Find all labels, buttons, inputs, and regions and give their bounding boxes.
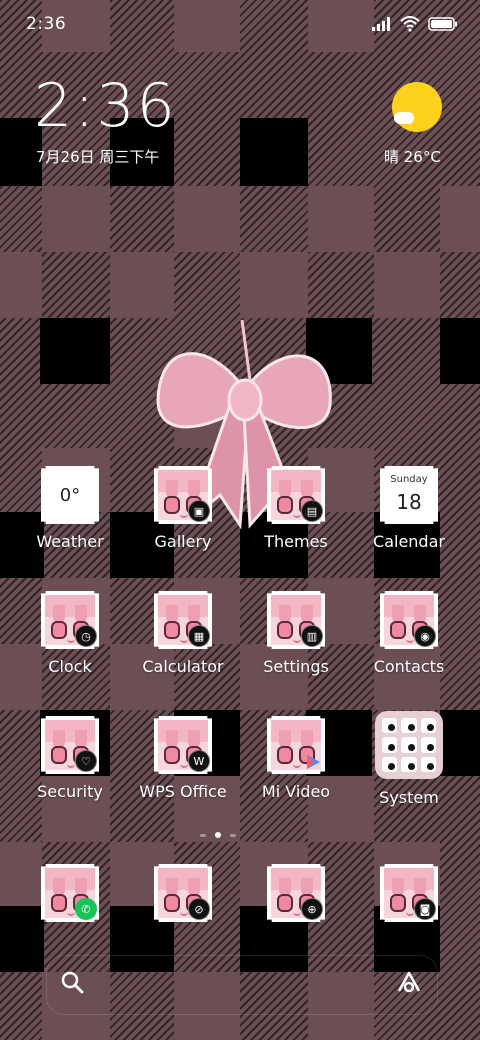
wallpaper-plain-block — [374, 252, 440, 318]
play-icon — [303, 752, 323, 772]
compass-icon: ⊘ — [188, 898, 210, 920]
themes-app-icon: ▤ — [267, 466, 325, 524]
wallpaper-plain-block — [240, 252, 308, 318]
image-icon: ▣ — [188, 500, 210, 522]
wps-w-icon: W — [188, 750, 210, 772]
app-calculator[interactable]: ▦ Calculator — [128, 591, 238, 676]
dock-phone[interactable]: ✆ — [15, 864, 125, 922]
app-label: Mi Video — [261, 782, 331, 801]
page-dot — [200, 833, 206, 837]
dock-browser[interactable]: ⊘ — [128, 864, 238, 922]
app-security[interactable]: ♡ Security — [15, 716, 125, 801]
phone-app-icon: ✆ — [41, 864, 99, 922]
dock-background — [46, 955, 438, 1015]
wifi-icon — [400, 16, 420, 32]
gallery-app-icon: ▣ — [154, 466, 212, 524]
weather-tile-temp: 0° — [59, 484, 81, 506]
calculator-icon: ▦ — [188, 625, 210, 647]
status-icons — [372, 16, 458, 32]
calculator-app-icon: ▦ — [154, 591, 212, 649]
app-label: Settings — [263, 657, 329, 676]
sunny-cloud-icon — [392, 82, 442, 132]
app-label: Contacts — [373, 657, 445, 676]
calendar-app-icon: Sunday 18 — [380, 466, 438, 524]
clock-widget-date: 7月26日 周三下午 — [36, 148, 160, 166]
app-label: Calendar — [373, 532, 445, 551]
app-clock[interactable]: ◷ Clock — [15, 591, 125, 676]
wps-office-app-icon: W — [154, 716, 212, 774]
clock-app-icon: ◷ — [41, 591, 99, 649]
search-icon[interactable] — [60, 970, 84, 994]
assistant-icon[interactable] — [396, 970, 422, 994]
settings-app-icon: ▥ — [267, 591, 325, 649]
wallpaper-plain-block — [42, 186, 110, 252]
app-contacts[interactable]: ◉ Contacts — [354, 591, 464, 676]
clock-widget-time[interactable]: 2:36 — [34, 76, 177, 136]
wallpaper-plain-block — [174, 186, 240, 252]
person-icon: ◉ — [414, 625, 436, 647]
weather-text: 晴 26°C — [384, 148, 441, 166]
camera-icon: ◙ — [414, 898, 436, 920]
page-dot-active — [215, 832, 221, 838]
clock-icon: ◷ — [75, 625, 97, 647]
wallpaper-plain-block — [0, 252, 42, 318]
folder-system[interactable]: System — [354, 711, 464, 807]
wallpaper-plain-block — [308, 186, 374, 252]
app-label: Calculator — [142, 657, 224, 676]
folder-icon — [375, 711, 443, 779]
wallpaper-dark-block — [40, 318, 110, 384]
signal-icon — [372, 17, 390, 31]
status-time: 2:36 — [26, 14, 67, 34]
app-label: System — [379, 788, 439, 807]
contacts-app-icon: ◉ — [380, 591, 438, 649]
wallpaper-plain-block — [440, 186, 480, 252]
app-label: Gallery — [154, 532, 212, 551]
globe-icon: ⊕ — [301, 898, 323, 920]
camera-app-icon: ◙ — [380, 864, 438, 922]
app-themes[interactable]: ▤ Themes — [241, 466, 351, 551]
mi-video-app-icon — [267, 716, 325, 774]
app-label: Clock — [48, 657, 92, 676]
cloud-icon — [394, 112, 414, 124]
calendar-date: 18 — [396, 490, 422, 514]
dock-camera[interactable]: ◙ — [354, 864, 464, 922]
browser-app-icon: ⊘ — [154, 864, 212, 922]
shield-icon: ♡ — [75, 750, 97, 772]
security-app-icon: ♡ — [41, 716, 99, 774]
briefcase-icon: ▤ — [301, 500, 323, 522]
app-calendar[interactable]: Sunday 18 Calendar — [354, 466, 464, 551]
phone-icon: ✆ — [75, 898, 97, 920]
page-indicator[interactable] — [200, 832, 236, 838]
status-bar: 2:36 — [0, 0, 480, 50]
grid-icon: ▥ — [301, 625, 323, 647]
app-weather[interactable]: 0° Weather — [15, 466, 125, 551]
app-mi-video[interactable]: Mi Video — [241, 716, 351, 801]
app-label: WPS Office — [139, 782, 227, 801]
page-dot — [230, 833, 236, 837]
wallpaper-plain-block — [110, 252, 174, 318]
app-settings[interactable]: ▥ Settings — [241, 591, 351, 676]
app-gallery[interactable]: ▣ Gallery — [128, 466, 238, 551]
globe-app-icon: ⊕ — [267, 864, 325, 922]
app-label: Weather — [36, 532, 104, 551]
weather-app-icon: 0° — [41, 466, 99, 524]
wallpaper-dark-block — [240, 118, 308, 186]
app-wps-office[interactable]: W WPS Office — [128, 716, 238, 801]
calendar-day: Sunday — [390, 474, 428, 485]
battery-icon — [428, 17, 457, 31]
wallpaper-dark-block — [440, 318, 480, 384]
app-label: Security — [37, 782, 103, 801]
app-label: Themes — [264, 532, 328, 551]
dock-globe[interactable]: ⊕ — [241, 864, 351, 922]
